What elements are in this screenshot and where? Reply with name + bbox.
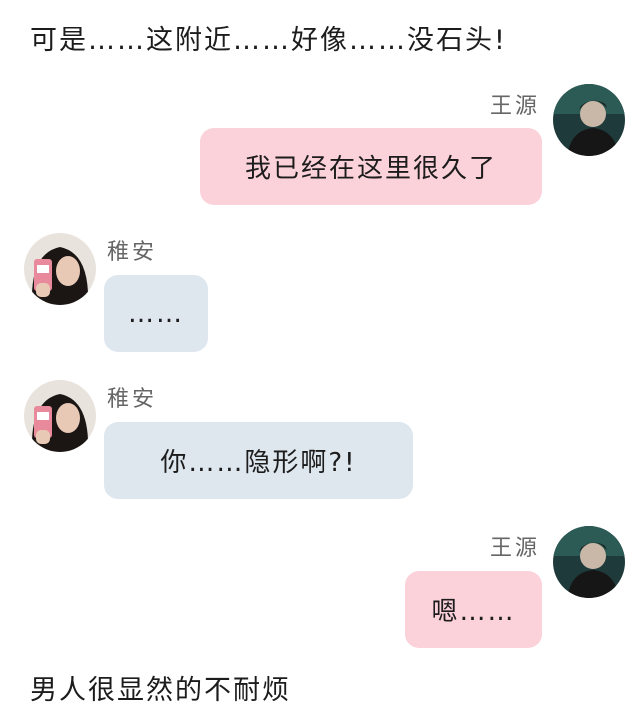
sender-name: 王源: [490, 536, 541, 561]
avatar-zhian-image: [24, 233, 96, 305]
message-bubble[interactable]: 我已经在这里很久了: [200, 128, 542, 205]
avatar-wangyuan[interactable]: [553, 526, 625, 598]
message-bubble[interactable]: 嗯……: [405, 571, 542, 648]
message-bubble[interactable]: 你……隐形啊?!: [104, 422, 413, 499]
message-bubble[interactable]: ……: [104, 275, 208, 352]
avatar-wangyuan-image: [553, 526, 625, 598]
avatar-zhian-image: [24, 380, 96, 452]
avatar-zhian[interactable]: [24, 380, 96, 452]
narration-bottom: 男人很显然的不耐烦: [30, 675, 291, 706]
narration-top: 可是……这附近……好像……没石头!: [30, 25, 507, 56]
sender-name: 稚安: [107, 240, 158, 265]
avatar-wangyuan[interactable]: [553, 84, 625, 156]
sender-name: 稚安: [107, 387, 158, 412]
avatar-wangyuan-image: [553, 84, 625, 156]
sender-name: 王源: [490, 94, 541, 119]
avatar-zhian[interactable]: [24, 233, 96, 305]
